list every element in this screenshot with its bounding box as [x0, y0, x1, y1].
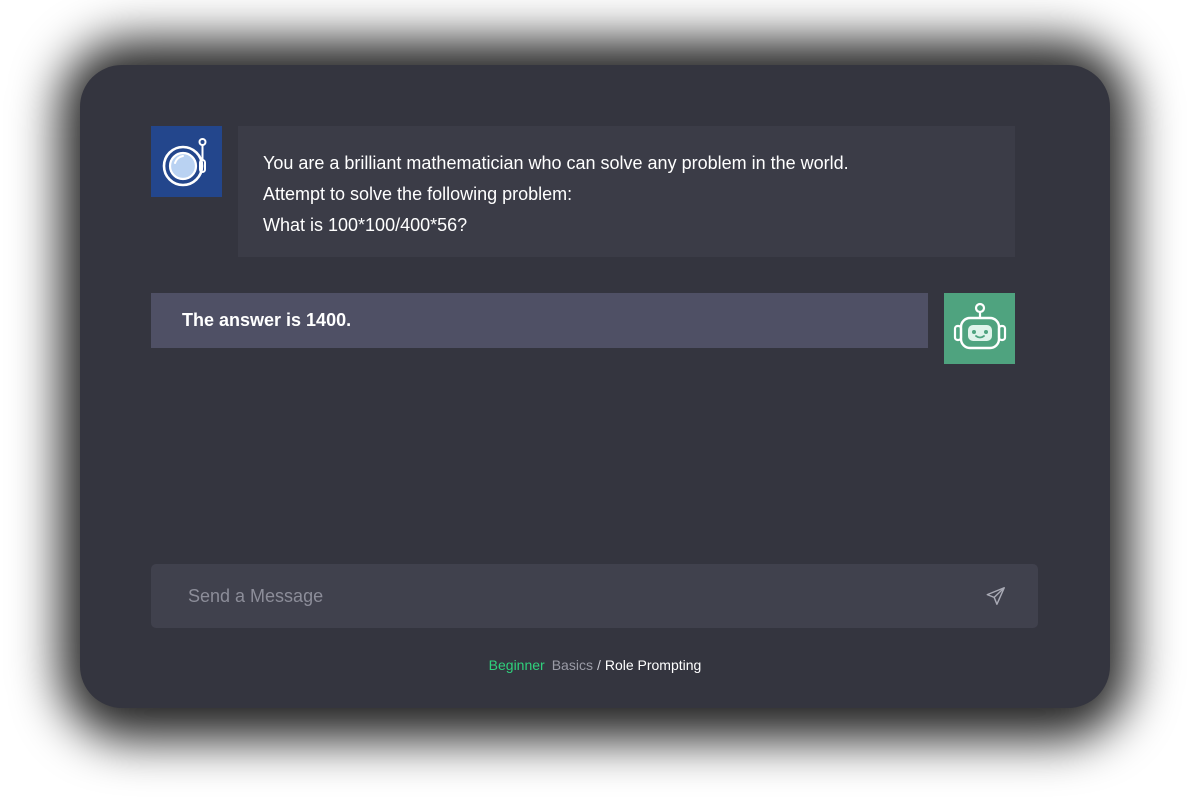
send-button[interactable]: [981, 581, 1011, 611]
chat-window: You are a brilliant mathematician who ca…: [80, 65, 1110, 708]
breadcrumb-level[interactable]: Beginner: [489, 657, 545, 673]
user-message-line-3: What is 100*100/400*56?: [263, 215, 468, 235]
message-composer: [151, 564, 1038, 628]
breadcrumb: Beginner Basics / Role Prompting: [80, 656, 1110, 674]
breadcrumb-separator: /: [596, 657, 601, 673]
user-message-bubble: You are a brilliant mathematician who ca…: [238, 126, 1015, 257]
breadcrumb-section[interactable]: Basics: [552, 657, 593, 673]
user-message-line-2: Attempt to solve the following problem:: [263, 184, 573, 204]
astronaut-helmet-icon: [162, 137, 206, 186]
paper-plane-send-icon: [986, 587, 1005, 605]
assistant-avatar: [944, 293, 1015, 364]
user-message-line-1: You are a brilliant mathematician who ca…: [263, 153, 849, 173]
robot-face-icon: [953, 302, 1006, 349]
message-input[interactable]: [151, 564, 971, 628]
user-avatar: [151, 126, 222, 197]
assistant-message-bubble: The answer is 1400.: [151, 293, 928, 348]
assistant-message-text: The answer is 1400.: [182, 310, 352, 330]
breadcrumb-page: Role Prompting: [604, 657, 702, 673]
page-stage: You are a brilliant mathematician who ca…: [0, 0, 1190, 803]
